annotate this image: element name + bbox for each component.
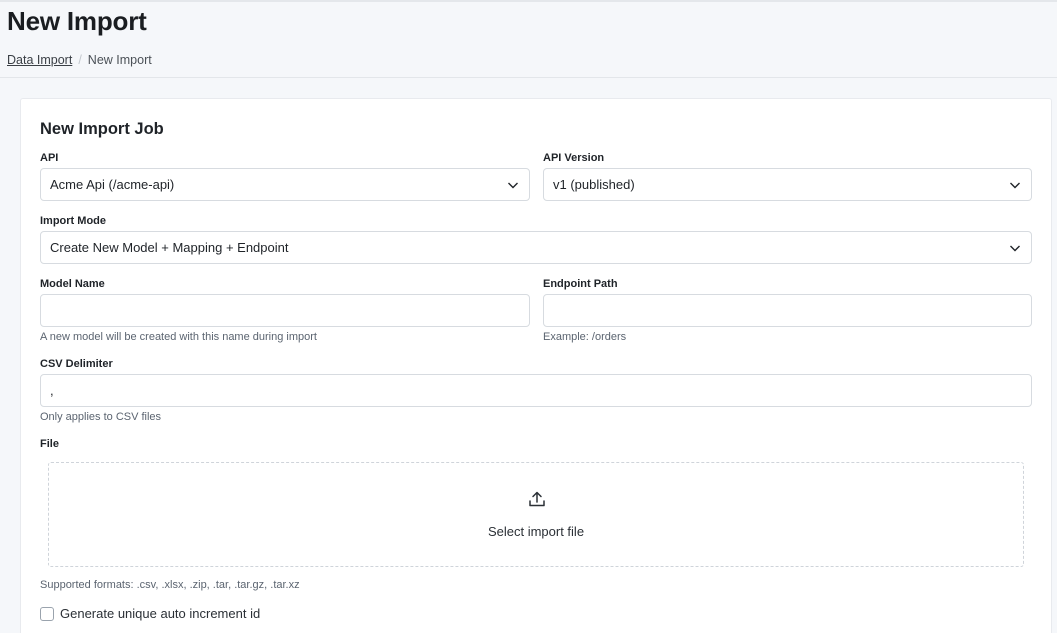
import-job-card: New Import Job API Acme Api (/acme-api) … <box>20 98 1052 633</box>
breadcrumb: Data Import / New Import <box>7 53 152 67</box>
endpoint-path-label: Endpoint Path <box>543 278 618 290</box>
api-label: API <box>40 152 59 164</box>
file-dropzone[interactable]: Select import file <box>48 462 1024 567</box>
chevron-down-icon <box>1010 182 1020 188</box>
import-mode-select[interactable]: Create New Model + Mapping + Endpoint <box>40 231 1032 264</box>
model-name-input[interactable] <box>40 294 530 327</box>
top-border <box>0 0 1057 2</box>
breadcrumb-current: New Import <box>87 53 152 67</box>
chevron-down-icon <box>508 182 518 188</box>
breadcrumb-link-data-import[interactable]: Data Import <box>7 53 72 67</box>
import-mode-label: Import Mode <box>40 215 106 227</box>
dropzone-text: Select import file <box>487 524 585 539</box>
model-name-hint: A new model will be created with this na… <box>40 331 317 343</box>
model-name-label: Model Name <box>40 278 105 290</box>
auto-increment-label: Generate unique auto increment id <box>60 606 261 621</box>
header-divider <box>0 77 1057 78</box>
file-label: File <box>40 438 59 450</box>
api-select-value: Acme Api (/acme-api) <box>50 177 175 192</box>
auto-increment-option[interactable]: Generate unique auto increment id <box>40 606 260 621</box>
endpoint-path-input[interactable] <box>543 294 1032 327</box>
api-version-label: API Version <box>543 152 605 164</box>
page-title: New Import <box>7 6 147 36</box>
import-mode-select-value: Create New Model + Mapping + Endpoint <box>50 240 289 255</box>
api-select[interactable]: Acme Api (/acme-api) <box>40 168 530 201</box>
auto-increment-checkbox[interactable] <box>40 606 54 621</box>
endpoint-path-hint: Example: /orders <box>543 331 627 343</box>
upload-icon <box>529 491 545 507</box>
csv-delimiter-input[interactable]: , <box>40 374 1032 407</box>
csv-delimiter-value: , <box>50 383 54 398</box>
api-version-select-value: v1 (published) <box>553 177 635 192</box>
chevron-down-icon <box>1010 245 1020 251</box>
csv-delimiter-label: CSV Delimiter <box>40 358 113 370</box>
card-title: New Import Job <box>40 120 164 138</box>
file-formats-hint: Supported formats: .csv, .xlsx, .zip, .t… <box>40 579 300 591</box>
csv-delimiter-hint: Only applies to CSV files <box>40 411 162 423</box>
breadcrumb-separator: / <box>78 53 82 67</box>
api-version-select[interactable]: v1 (published) <box>543 168 1032 201</box>
